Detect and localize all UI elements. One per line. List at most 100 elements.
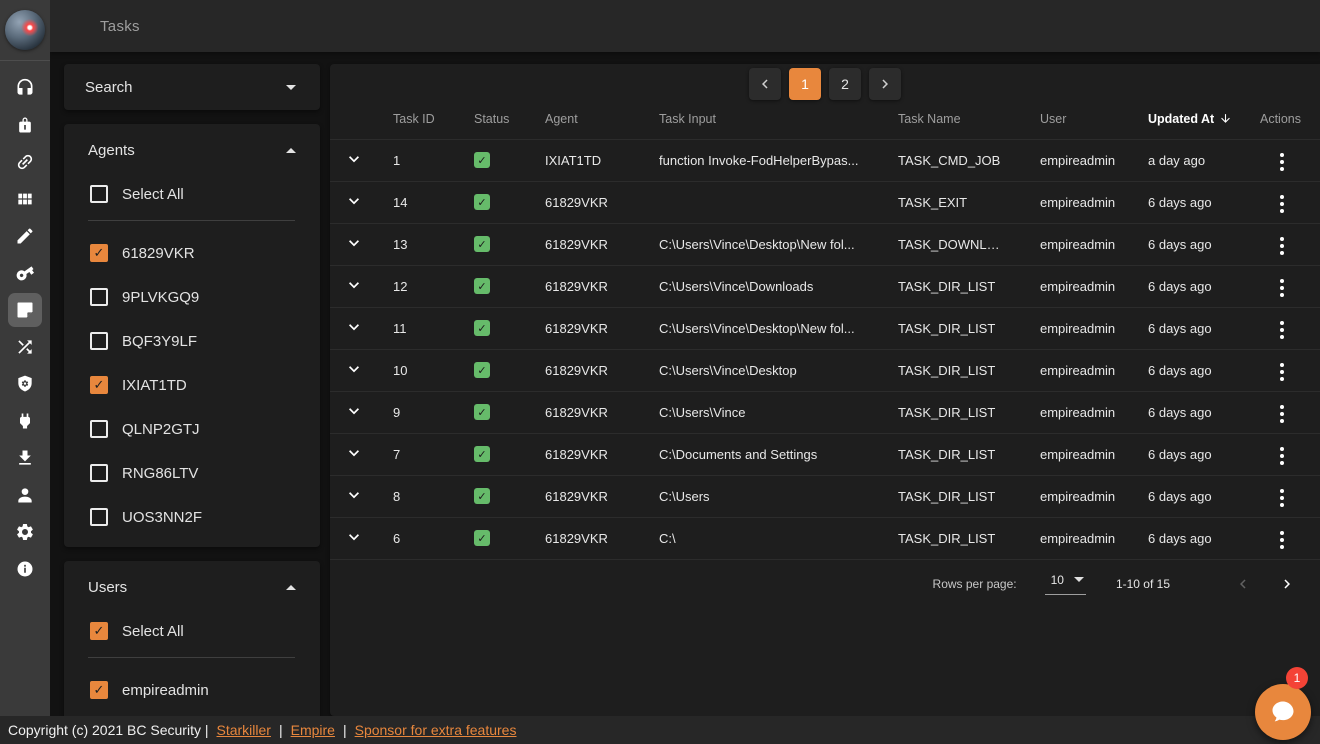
table-row[interactable]: 9 61829VKR C:\Users\Vince TASK_DIR_LIST … (330, 391, 1320, 433)
agent-checkbox-9PLVKGQ9[interactable]: 9PLVKGQ9 (64, 285, 320, 309)
table-row[interactable]: 12 61829VKR C:\Users\Vince\Downloads TAS… (330, 265, 1320, 307)
agent-checkbox-BQF3Y9LF[interactable]: BQF3Y9LF (64, 329, 320, 353)
pagination-page-1[interactable]: 1 (789, 68, 821, 100)
table-row[interactable]: 6 61829VKR C:\ TASK_DIR_LIST empireadmin… (330, 517, 1320, 559)
cell-user: empireadmin (1024, 223, 1132, 265)
agent-checkbox-UOS3NN2F[interactable]: UOS3NN2F (64, 505, 320, 529)
list-divider (88, 657, 295, 658)
table-row[interactable]: 8 61829VKR C:\Users TASK_DIR_LIST empire… (330, 475, 1320, 517)
expand-row-icon[interactable] (344, 485, 364, 505)
expand-row-icon[interactable] (344, 233, 364, 253)
agents-panel-toggle[interactable]: Agents (64, 124, 320, 182)
row-actions-button[interactable] (1274, 191, 1290, 217)
row-actions-button[interactable] (1274, 359, 1290, 385)
checkbox[interactable] (90, 681, 108, 699)
table-row[interactable]: 1 IXIAT1TD function Invoke-FodHelperBypa… (330, 139, 1320, 181)
row-actions-button[interactable] (1274, 275, 1290, 301)
cell-task-input: C:\Documents and Settings (643, 433, 882, 475)
sidebar-item-plugins[interactable] (8, 404, 42, 438)
pencil-icon (15, 226, 35, 246)
expand-row-icon[interactable] (344, 191, 364, 211)
pagination-prev-button[interactable] (749, 68, 781, 100)
sidebar-item-downloads[interactable] (8, 441, 42, 475)
cell-agent: 61829VKR (529, 181, 643, 223)
expand-row-icon[interactable] (344, 359, 364, 379)
expand-row-icon[interactable] (344, 527, 364, 547)
table-row[interactable]: 11 61829VKR C:\Users\Vince\Desktop\New f… (330, 307, 1320, 349)
row-actions-button[interactable] (1274, 317, 1290, 343)
checkbox[interactable] (90, 420, 108, 438)
header-task-name[interactable]: Task Name (882, 100, 1024, 139)
header-task-input[interactable]: Task Input (643, 100, 882, 139)
expand-row-icon[interactable] (344, 275, 364, 295)
user-checkbox-empireadmin[interactable]: empireadmin (64, 678, 320, 702)
table-row[interactable]: 14 61829VKR TASK_EXIT empireadmin 6 days… (330, 181, 1320, 223)
app-logo-button[interactable] (0, 0, 50, 60)
header-task-id[interactable]: Task ID (377, 100, 458, 139)
sidebar-item-settings[interactable] (8, 515, 42, 549)
sidebar-item-modules[interactable] (8, 182, 42, 216)
checkbox[interactable] (90, 376, 108, 394)
header-updated-at[interactable]: Updated At (1132, 100, 1244, 139)
starkiller-link[interactable]: Starkiller (217, 722, 271, 738)
cell-task-input (643, 181, 882, 223)
agent-checkbox-IXIAT1TD[interactable]: IXIAT1TD (64, 373, 320, 397)
sidebar-item-tasks[interactable] (8, 293, 42, 327)
sidebar-item-about[interactable] (8, 552, 42, 586)
row-actions-button[interactable] (1274, 149, 1290, 175)
row-actions-button[interactable] (1274, 401, 1290, 427)
sidebar-item-agents[interactable] (8, 145, 42, 179)
cell-task-input: function Invoke-FodHelperBypas... (643, 139, 882, 181)
expand-row-icon[interactable] (344, 443, 364, 463)
cell-updated-at: 6 days ago (1132, 307, 1244, 349)
sponsor-link[interactable]: Sponsor for extra features (355, 722, 517, 738)
users-select-all-checkbox[interactable]: Select All (64, 619, 320, 643)
chat-button[interactable]: 1 (1255, 684, 1311, 740)
header-user[interactable]: User (1024, 100, 1132, 139)
table-row[interactable]: 13 61829VKR C:\Users\Vince\Desktop\New f… (330, 223, 1320, 265)
agent-checkbox-61829VKR[interactable]: 61829VKR (64, 241, 320, 265)
row-actions-button[interactable] (1274, 443, 1290, 469)
checkbox[interactable] (90, 622, 108, 640)
row-actions-button[interactable] (1274, 485, 1290, 511)
header-status[interactable]: Status (458, 100, 529, 139)
sidebar-item-plugins-edit[interactable] (8, 219, 42, 253)
checkbox[interactable] (90, 332, 108, 350)
sidebar-item-listeners[interactable] (8, 71, 42, 105)
agent-checkbox-RNG86LTV[interactable]: RNG86LTV (64, 461, 320, 485)
modules-grid-icon (15, 189, 35, 209)
checkbox[interactable] (90, 244, 108, 262)
agents-select-all-checkbox[interactable]: Select All (64, 182, 320, 206)
sidebar-item-stagers[interactable] (8, 108, 42, 142)
pagination-range: 1-10 of 15 (1116, 577, 1170, 591)
expand-row-icon[interactable] (344, 149, 364, 169)
rows-per-page-select[interactable]: 10 (1045, 573, 1086, 595)
users-panel-toggle[interactable]: Users (64, 561, 320, 619)
empire-link[interactable]: Empire (291, 722, 335, 738)
checkbox[interactable] (90, 464, 108, 482)
checkbox[interactable] (90, 288, 108, 306)
download-icon (15, 448, 35, 468)
row-actions-button[interactable] (1274, 233, 1290, 259)
pagination-next-button[interactable] (869, 68, 901, 100)
expand-row-icon[interactable] (344, 401, 364, 421)
footer-prev-page-button[interactable] (1234, 575, 1252, 593)
sidebar-item-credentials[interactable] (8, 256, 42, 290)
footer-next-page-button[interactable] (1278, 575, 1296, 593)
checkbox[interactable] (90, 185, 108, 203)
header-agent[interactable]: Agent (529, 100, 643, 139)
table-row[interactable]: 7 61829VKR C:\Documents and Settings TAS… (330, 433, 1320, 475)
table-row[interactable]: 10 61829VKR C:\Users\Vince\Desktop TASK_… (330, 349, 1320, 391)
cell-task-name: TASK_DIR_LIST (882, 265, 1024, 307)
status-success-icon (474, 362, 490, 378)
sidebar-item-malleable-profiles[interactable] (8, 367, 42, 401)
row-actions-button[interactable] (1274, 527, 1290, 553)
expand-row-icon[interactable] (344, 317, 364, 337)
search-panel-toggle[interactable]: Search (64, 64, 320, 110)
checkbox[interactable] (90, 508, 108, 526)
copyright-text: Copyright (c) 2021 BC Security | (8, 722, 209, 738)
agent-checkbox-QLNP2GTJ[interactable]: QLNP2GTJ (64, 417, 320, 441)
pagination-page-2[interactable]: 2 (829, 68, 861, 100)
sidebar-item-users[interactable] (8, 478, 42, 512)
sidebar-item-routing[interactable] (8, 330, 42, 364)
